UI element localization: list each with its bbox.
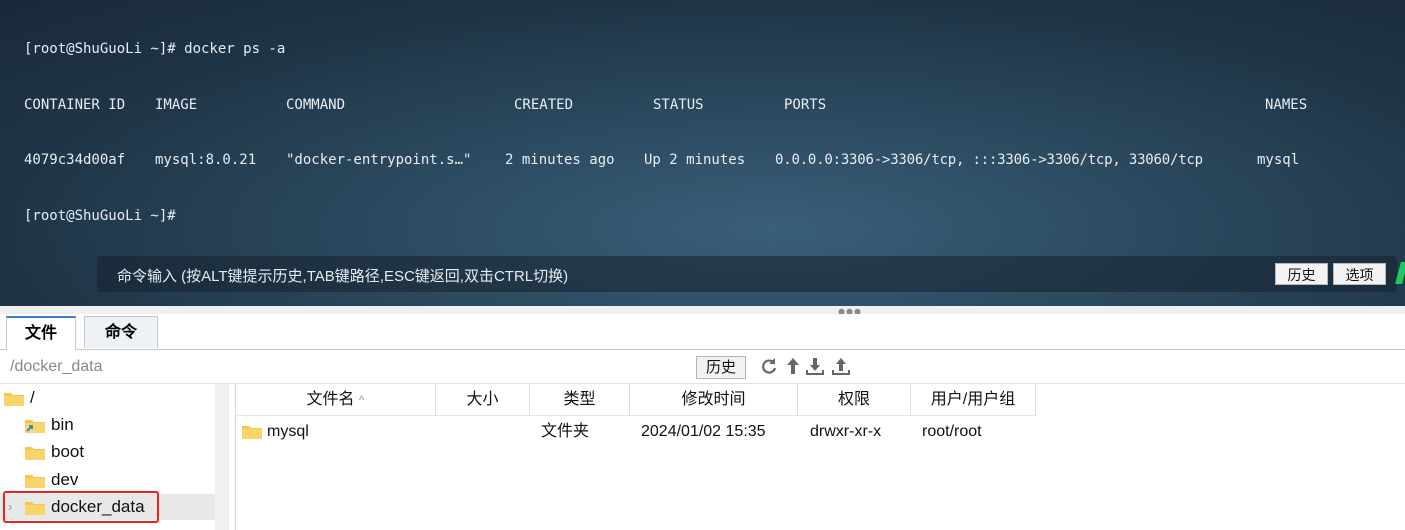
column-header-owner[interactable]: 用户/用户组 xyxy=(911,384,1036,416)
column-header-label: 文件名 xyxy=(306,391,355,408)
cell-names: mysql xyxy=(1257,152,1300,168)
command-input-bar[interactable]: 命令输入 (按ALT键提示历史,TAB键路径,ESC键返回,双击CTRL切换) … xyxy=(97,256,1397,292)
col-image: IMAGE xyxy=(155,96,198,113)
command-input-placeholder: 命令输入 (按ALT键提示历史,TAB键路径,ESC键返回,双击CTRL切换) xyxy=(117,268,569,285)
file-permissions: drwxr-xr-x xyxy=(810,423,882,440)
col-created: CREATED xyxy=(514,96,574,113)
file-modified: 2024/01/02 15:35 xyxy=(641,423,766,440)
col-status: STATUS xyxy=(653,96,704,113)
tab-files[interactable]: 文件 xyxy=(6,316,76,350)
tree-item-label: dev xyxy=(51,470,79,489)
upload-icon[interactable] xyxy=(831,356,851,376)
folder-link-icon xyxy=(25,420,45,433)
col-ports: PORTS xyxy=(784,96,827,113)
terminal-command-line: [root@ShuGuoLi ~]# docker ps -a xyxy=(24,41,286,57)
cell-ports: 0.0.0.0:3306->3306/tcp, :::3306->3306/tc… xyxy=(775,152,1203,168)
tree-scrollbar[interactable] xyxy=(215,384,229,530)
path-bar: /docker_data 历史 xyxy=(0,350,1405,384)
terminal-table-row: 4079c34d00af mysql:8.0.21 "docker-entryp… xyxy=(24,151,1299,170)
folder-icon xyxy=(4,393,24,406)
download-icon[interactable] xyxy=(805,356,825,376)
sort-ascending-icon: ^ xyxy=(358,393,365,407)
tree-item-label: bin xyxy=(51,415,74,434)
file-type: 文件夹 xyxy=(541,423,590,440)
tree-item-label: / xyxy=(30,388,35,407)
path-history-button[interactable]: 历史 xyxy=(696,356,746,379)
tree-item-label: boot xyxy=(51,442,85,461)
cell-container-id: 4079c34d00af xyxy=(24,152,126,168)
column-header-name[interactable]: 文件名 ^ xyxy=(236,384,436,416)
cell-image: mysql:8.0.21 xyxy=(155,152,257,168)
col-names: NAMES xyxy=(1265,96,1308,113)
tree-item-dev[interactable]: dev xyxy=(0,467,215,493)
tree-item-boot[interactable]: boot xyxy=(0,439,215,465)
folder-icon xyxy=(25,475,45,488)
cell-status: Up 2 minutes xyxy=(644,152,746,168)
tree-item-bin[interactable]: bin xyxy=(0,412,215,438)
column-header-modified[interactable]: 修改时间 xyxy=(630,384,798,416)
tree-item-root[interactable]: / xyxy=(0,385,215,411)
column-header-permissions[interactable]: 权限 xyxy=(798,384,911,416)
terminal-options-button[interactable]: 选项 xyxy=(1333,263,1386,285)
col-command: COMMAND xyxy=(286,96,346,113)
tab-commands[interactable]: 命令 xyxy=(84,316,158,348)
folder-icon xyxy=(25,447,45,460)
go-up-icon[interactable] xyxy=(783,356,803,376)
terminal-panel[interactable]: [root@ShuGuoLi ~]# docker ps -a CONTAINE… xyxy=(0,0,1405,306)
file-owner: root/root xyxy=(922,423,982,440)
file-name: mysql xyxy=(267,423,309,440)
terminal-table-header: CONTAINER ID IMAGE COMMAND CREATED STATU… xyxy=(24,96,1307,115)
cell-created: 2 minutes ago xyxy=(505,152,615,168)
refresh-icon[interactable] xyxy=(759,356,779,376)
column-header-size[interactable]: 大小 xyxy=(436,384,530,416)
terminal-output: [root@ShuGuoLi ~]# docker ps -a CONTAINE… xyxy=(24,3,1307,262)
highlight-annotation xyxy=(3,491,159,523)
current-path-input[interactable]: /docker_data xyxy=(10,358,103,376)
terminal-prompt: [root@ShuGuoLi ~]# xyxy=(24,207,176,224)
terminal-history-button[interactable]: 历史 xyxy=(1275,263,1328,285)
bottom-tab-bar: 文件 命令 xyxy=(0,314,1405,350)
file-list: 文件名 ^ 大小 类型 修改时间 权限 用户/用户组 mysql 文件夹 202… xyxy=(235,384,1405,530)
col-container-id: CONTAINER ID xyxy=(24,96,126,113)
column-header-type[interactable]: 类型 xyxy=(530,384,630,416)
folder-icon xyxy=(242,426,262,439)
cell-command: "docker-entrypoint.s…" xyxy=(286,152,472,168)
